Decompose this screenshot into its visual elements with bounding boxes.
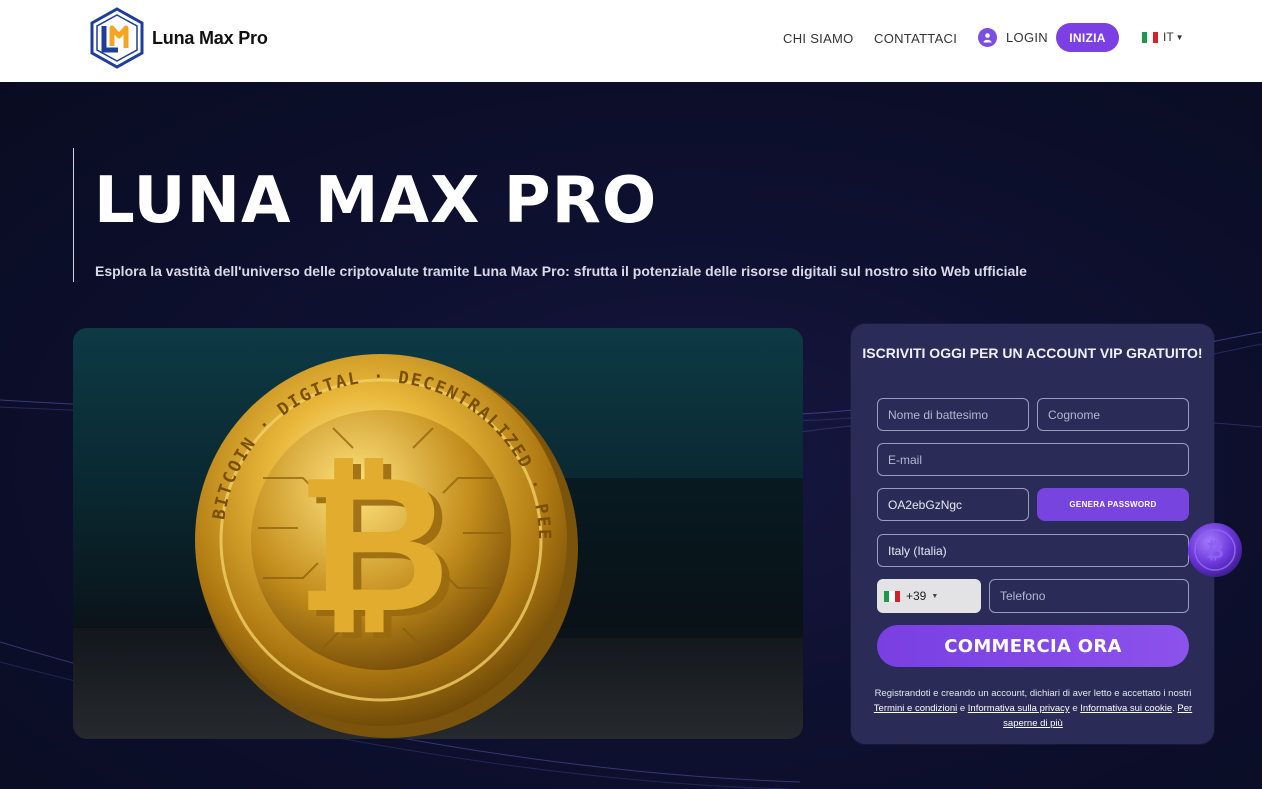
nav-contattaci-link[interactable]: CONTATTACI xyxy=(874,31,957,46)
last-name-input[interactable] xyxy=(1037,398,1189,431)
cookie-policy-link[interactable]: Informativa sui cookie xyxy=(1080,703,1172,714)
brand-logo[interactable]: Luna Max Pro xyxy=(88,6,268,70)
country-input[interactable] xyxy=(877,534,1189,567)
bitcoin-image: ₿ ₿ BITCOIN · DIGITAL · DECENTRALIZED · … xyxy=(73,328,803,739)
nav-chi-siamo-link[interactable]: CHI SIAMO xyxy=(783,31,854,46)
signup-form: ISCRIVITI OGGI PER UN ACCOUNT VIP GRATUI… xyxy=(851,324,1214,744)
inizia-button[interactable]: INIZIA xyxy=(1056,23,1119,52)
password-input[interactable] xyxy=(877,488,1029,521)
disclaimer-text: e xyxy=(957,703,968,714)
language-label: IT xyxy=(1163,30,1174,44)
legal-disclaimer: Registrandoti e creando un account, dich… xyxy=(873,686,1193,731)
italy-flag-icon xyxy=(1142,31,1158,43)
phone-prefix-select[interactable]: +39 ▼ xyxy=(877,579,981,613)
title-accent-line xyxy=(73,148,74,282)
brand-name: Luna Max Pro xyxy=(152,27,268,48)
terms-link[interactable]: Termini e condizioni xyxy=(874,703,957,714)
language-selector[interactable]: IT ▼ xyxy=(1142,30,1184,44)
email-input[interactable] xyxy=(877,443,1189,476)
generate-password-button[interactable]: GENERA PASSWORD xyxy=(1037,488,1189,521)
first-name-input[interactable] xyxy=(877,398,1029,431)
disclaimer-text: e xyxy=(1069,703,1081,714)
hero-title: LUNA MAX PRO xyxy=(94,164,658,238)
italy-flag-icon xyxy=(884,590,900,602)
purple-coin-icon: ₿ xyxy=(1188,523,1242,577)
svg-text:₿: ₿ xyxy=(1206,539,1224,564)
phone-prefix-code: +39 xyxy=(906,589,927,603)
luna-logo-icon xyxy=(90,7,144,69)
user-icon xyxy=(978,28,997,47)
hero-subtitle: Esplora la vastità dell'universo delle c… xyxy=(95,263,1027,279)
svg-text:₿: ₿ xyxy=(296,434,451,655)
submit-button[interactable]: COMMERCIA ORA xyxy=(877,625,1189,667)
caret-down-icon: ▼ xyxy=(931,592,939,600)
hero-section: LUNA MAX PRO Esplora la vastità dell'uni… xyxy=(0,82,1262,789)
disclaimer-text: Registrandoti e creando un account, dich… xyxy=(874,688,1192,699)
phone-input[interactable] xyxy=(989,579,1189,613)
login-link[interactable]: LOGIN xyxy=(978,28,1048,47)
form-title: ISCRIVITI OGGI PER UN ACCOUNT VIP GRATUI… xyxy=(862,345,1203,361)
caret-down-icon: ▼ xyxy=(1175,32,1184,42)
login-label: LOGIN xyxy=(1006,30,1048,45)
privacy-link[interactable]: Informativa sulla privacy xyxy=(968,703,1070,714)
site-header: Luna Max Pro CHI SIAMO CONTATTACI LOGIN … xyxy=(0,0,1262,82)
